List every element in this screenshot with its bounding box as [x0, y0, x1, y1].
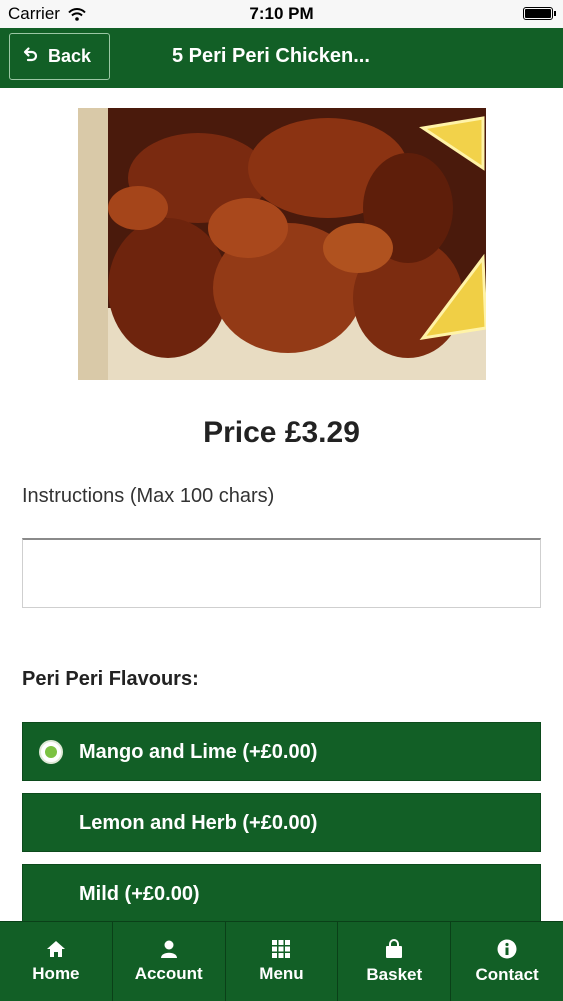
tab-account[interactable]: Account — [111, 922, 225, 1001]
status-bar: Carrier 7:10 PM — [0, 0, 563, 28]
tab-menu[interactable]: Menu — [224, 922, 338, 1001]
flavour-option-label: Lemon and Herb (+£0.00) — [79, 812, 318, 834]
instructions-input[interactable] — [22, 538, 541, 608]
flavour-option-label: Mango and Lime (+£0.00) — [79, 741, 318, 763]
tab-contact[interactable]: Contact — [450, 922, 563, 1001]
flavour-option-mild[interactable]: Mild (+£0.00) — [22, 864, 541, 923]
radio-selected-icon[interactable] — [39, 740, 63, 764]
back-arrow-icon — [22, 46, 38, 67]
flavours-heading: Peri Peri Flavours: — [22, 668, 199, 690]
tab-bar: Home Account Menu Basket Contact — [0, 921, 563, 1001]
product-image — [78, 108, 486, 380]
tab-label: Home — [32, 963, 80, 983]
flavour-option-mango-lime[interactable]: Mango and Lime (+£0.00) — [22, 722, 541, 781]
home-icon — [46, 940, 66, 958]
user-icon — [159, 940, 179, 958]
flavour-option-label: Mild (+£0.00) — [79, 883, 200, 905]
page-title: 5 Peri Peri Chicken... — [172, 45, 370, 67]
navigation-bar: Back 5 Peri Peri Chicken... — [0, 28, 563, 88]
grid-icon — [272, 939, 291, 958]
tab-label: Menu — [259, 963, 304, 983]
bag-icon — [385, 938, 403, 959]
tab-label: Account — [134, 963, 203, 983]
battery-icon — [523, 7, 556, 20]
tab-home[interactable]: Home — [0, 922, 112, 1001]
flavour-option-lemon-herb[interactable]: Lemon and Herb (+£0.00) — [22, 793, 541, 852]
tab-basket[interactable]: Basket — [337, 922, 450, 1001]
info-icon — [497, 939, 517, 959]
price-label: Price £3.29 — [203, 416, 360, 449]
tab-label: Basket — [366, 964, 423, 984]
back-label: Back — [48, 46, 92, 66]
tab-label: Contact — [475, 964, 539, 984]
back-button[interactable]: Back — [9, 33, 110, 80]
clock: 7:10 PM — [249, 4, 314, 23]
instructions-label: Instructions (Max 100 chars) — [22, 485, 275, 507]
